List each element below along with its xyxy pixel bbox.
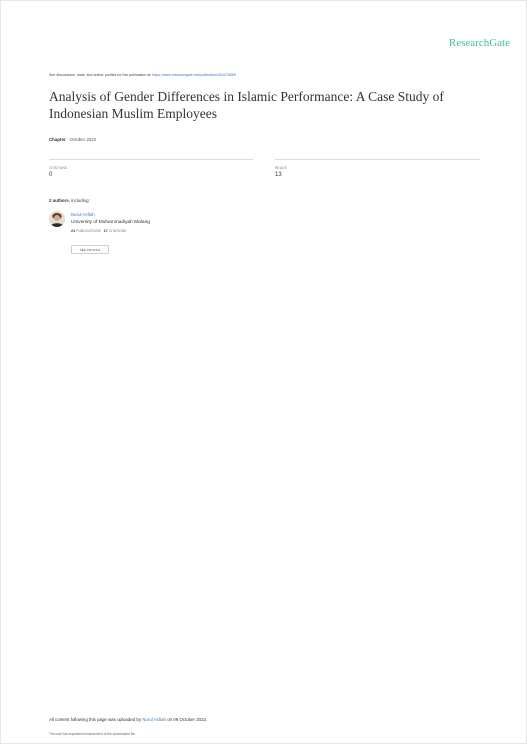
author-name-link[interactable]: Nurul Asfiah <box>71 212 95 217</box>
publication-meta: Chapter · October 2022 <box>49 137 96 142</box>
researchgate-logo[interactable]: ResearchGate <box>449 37 510 49</box>
publication-type: Chapter <box>49 137 66 142</box>
publication-date: October 2022 <box>69 137 97 142</box>
discussion-text: See discussions, stats, and author profi… <box>49 73 152 77</box>
author-institution: University of Muhammadiyah Malang <box>71 220 150 225</box>
discussion-line: See discussions, stats, and author profi… <box>49 73 236 77</box>
reads-value: 13 <box>275 172 282 178</box>
publication-link[interactable]: https://www.researchgate.net/publication… <box>152 73 236 77</box>
enhancement-note: The user has requested enhancement of th… <box>49 732 136 736</box>
authors-count: 2 authors <box>49 198 69 203</box>
citations-value: 0 <box>49 172 53 178</box>
avatar[interactable] <box>49 211 65 227</box>
reads-label: READS <box>275 166 287 170</box>
meta-separator: · <box>66 137 69 142</box>
document-page: ResearchGate See discussions, stats, and… <box>0 0 527 744</box>
upload-notice: All content following this page was uplo… <box>49 717 207 722</box>
upload-suffix: on 09 October 2022. <box>167 717 208 722</box>
author-publications-count: 21 <box>71 229 76 233</box>
authors-heading: 2 authors, including: <box>49 198 90 203</box>
author-stats: 21 PUBLICATIONS 17 CITATIONS <box>71 229 126 233</box>
author-publications-label: PUBLICATIONS <box>76 229 101 233</box>
authors-suffix: , including: <box>68 198 90 203</box>
reads-divider <box>275 159 480 160</box>
upload-prefix: All content following this page was uplo… <box>49 717 142 722</box>
uploader-link[interactable]: Nurul Asfiah <box>142 717 166 722</box>
avatar-icon <box>49 211 65 227</box>
publication-title: Analysis of Gender Differences in Islami… <box>49 89 444 121</box>
citations-label: CITATIONS <box>49 166 68 170</box>
citations-divider <box>49 159 253 160</box>
author-citations-count: 17 <box>103 229 108 233</box>
see-profile-button[interactable]: SEE PROFILE <box>71 245 109 254</box>
author-citations-label: CITATIONS <box>108 229 127 233</box>
